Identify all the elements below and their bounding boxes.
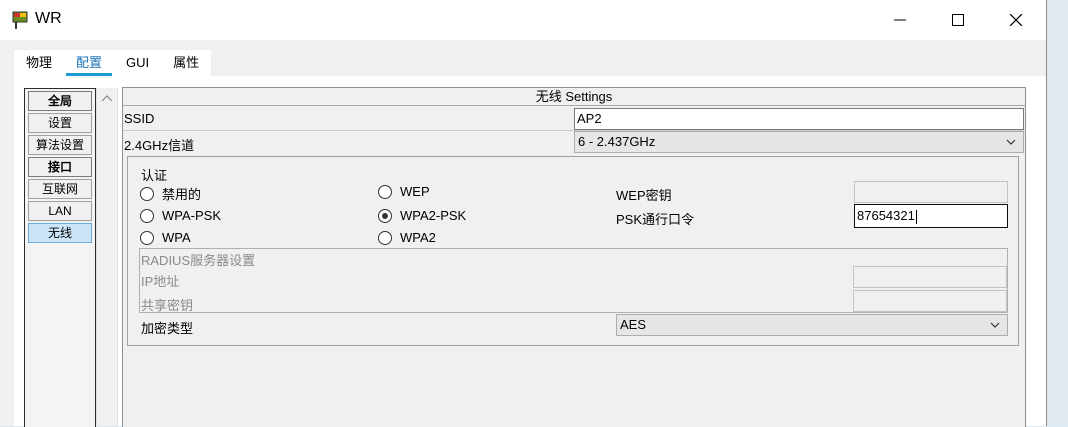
radio-wep-circle[interactable] (378, 184, 392, 199)
close-button[interactable] (987, 0, 1045, 40)
tab-attributes[interactable]: 属性 (161, 50, 211, 76)
sidebar-item-internet[interactable]: 互联网 (28, 179, 92, 199)
psk-passphrase-input[interactable]: 87654321 (854, 204, 1008, 228)
tab-bar: 物理 配置 GUI 属性 (14, 50, 212, 76)
title-bar: WR (0, 0, 1046, 40)
radio-wpa-label: WPA (162, 230, 191, 245)
radio-wpa2-circle[interactable] (378, 230, 392, 245)
tab-gui[interactable]: GUI (114, 50, 161, 76)
psk-passphrase-value: 87654321 (857, 208, 915, 223)
sidebar-item-settings[interactable]: 设置 (28, 113, 92, 133)
sidebar-header-interface: 接口 (28, 157, 92, 177)
ssid-input[interactable]: AP2 (574, 108, 1024, 130)
radio-wep-label: WEP (400, 184, 430, 199)
window-title: WR (35, 10, 62, 27)
chevron-down-icon (990, 322, 1000, 328)
sidebar-header-global: 全局 (28, 91, 92, 111)
config-sidebar: 全局 设置 算法设置 接口 互联网 LAN 无线 (24, 88, 96, 427)
radio-wpa-psk[interactable]: WPA-PSK (140, 208, 221, 223)
radius-ip-label: IP地址 (141, 274, 180, 289)
maximize-button[interactable] (929, 0, 987, 40)
sidebar-scrollbar[interactable] (96, 88, 118, 426)
radio-disabled-label: 禁用的 (162, 187, 202, 202)
minimize-icon (894, 19, 906, 21)
radio-disabled[interactable]: 禁用的 (140, 184, 201, 203)
radio-wpa[interactable]: WPA (140, 230, 191, 245)
encryption-type-label: 加密类型 (141, 321, 194, 336)
router-app-icon (10, 9, 32, 31)
wep-key-label: WEP密钥 (616, 188, 672, 203)
auth-label: 认证 (141, 168, 168, 183)
radio-wpa-psk-circle[interactable] (140, 208, 154, 223)
desktop-background (1047, 0, 1068, 426)
sidebar-item-wireless[interactable]: 无线 (28, 223, 92, 243)
radio-wpa2-psk[interactable]: WPA2-PSK (378, 208, 466, 223)
radio-disabled-circle[interactable] (140, 186, 154, 201)
sidebar-item-lan[interactable]: LAN (28, 201, 92, 221)
tab-physical[interactable]: 物理 (14, 50, 64, 76)
radio-wpa2[interactable]: WPA2 (378, 230, 436, 245)
radio-wpa2-psk-circle[interactable] (378, 208, 392, 223)
tab-config[interactable]: 配置 (64, 50, 114, 76)
radius-secret-label: 共享密钥 (141, 298, 194, 313)
text-caret (915, 209, 917, 224)
encryption-type-select[interactable]: AES (616, 314, 1008, 336)
minimize-button[interactable] (871, 0, 929, 40)
panel-title: 无线 Settings (123, 88, 1025, 106)
radio-wpa2-label: WPA2 (400, 230, 436, 245)
ssid-label: SSID (124, 111, 155, 126)
channel-label: 2.4GHz信道 (124, 138, 195, 153)
radio-wpa-circle[interactable] (140, 230, 154, 245)
psk-passphrase-label: PSK通行口令 (616, 212, 695, 227)
radio-wpa2-psk-label: WPA2-PSK (400, 208, 467, 223)
radius-ip-input[interactable] (853, 266, 1007, 288)
encryption-type-value: AES (620, 317, 647, 332)
radio-wpa-psk-label: WPA-PSK (162, 208, 221, 223)
radius-title: RADIUS服务器设置 (141, 253, 256, 268)
channel-select-value: 6 - 2.437GHz (578, 134, 656, 149)
scroll-up-icon[interactable] (101, 94, 113, 102)
close-icon (1010, 14, 1022, 26)
channel-select[interactable]: 6 - 2.437GHz (574, 131, 1024, 153)
chevron-down-icon (1006, 139, 1016, 145)
radius-secret-input[interactable] (853, 290, 1007, 312)
router-config-window: WR 物理 配置 GUI 属性 全局 设置 算法设置 接口 互联网 LAN 无线… (0, 0, 1047, 427)
wep-key-input[interactable] (854, 181, 1008, 203)
radio-wep[interactable]: WEP (378, 184, 430, 199)
maximize-icon (952, 14, 964, 26)
sidebar-item-algorithm-settings[interactable]: 算法设置 (28, 135, 92, 155)
